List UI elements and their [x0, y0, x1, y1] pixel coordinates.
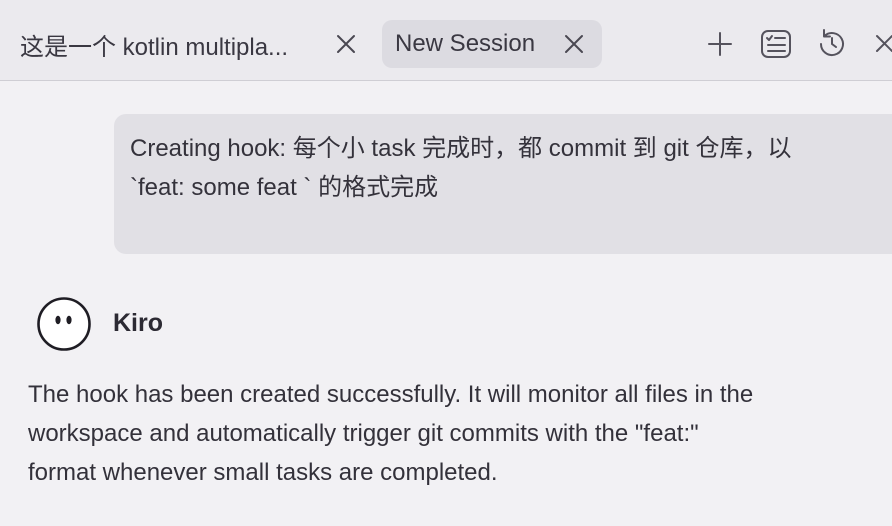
close-icon[interactable]: [562, 32, 586, 56]
plus-icon: [706, 30, 734, 58]
user-message-line: Creating hook: 每个小 task 完成时，都 commit 到 g…: [130, 135, 792, 162]
history-icon: [815, 27, 849, 61]
tab-kotlin-session[interactable]: 这是一个 kotlin multipla...: [0, 20, 372, 68]
assistant-message-line: The hook has been created successfully. …: [28, 381, 754, 408]
close-panel-button[interactable]: [870, 26, 892, 62]
window-top-strip: [0, 0, 892, 10]
history-button[interactable]: [814, 26, 850, 62]
tasks-button[interactable]: [758, 26, 794, 62]
checklist-icon: [759, 27, 793, 61]
close-icon: [870, 32, 892, 56]
tab-new-session[interactable]: New Session: [382, 20, 602, 68]
tab-bar: 这是一个 kotlin multipla... New Session: [0, 10, 892, 81]
tab-label: 这是一个 kotlin multipla...: [20, 33, 289, 61]
tab-label: New Session: [395, 30, 536, 57]
close-icon[interactable]: [334, 32, 358, 56]
assistant-name: Kiro: [113, 309, 163, 337]
kiro-ghost-icon: [36, 296, 92, 352]
new-session-button[interactable]: [702, 26, 738, 62]
assistant-message-line: format whenever small tasks are complete…: [28, 459, 498, 486]
user-message-line: `feat: some feat ` 的格式完成: [130, 174, 439, 201]
user-message-bubble: Creating hook: 每个小 task 完成时，都 commit 到 g…: [114, 114, 892, 254]
assistant-message-line: workspace and automatically trigger git …: [28, 420, 699, 447]
